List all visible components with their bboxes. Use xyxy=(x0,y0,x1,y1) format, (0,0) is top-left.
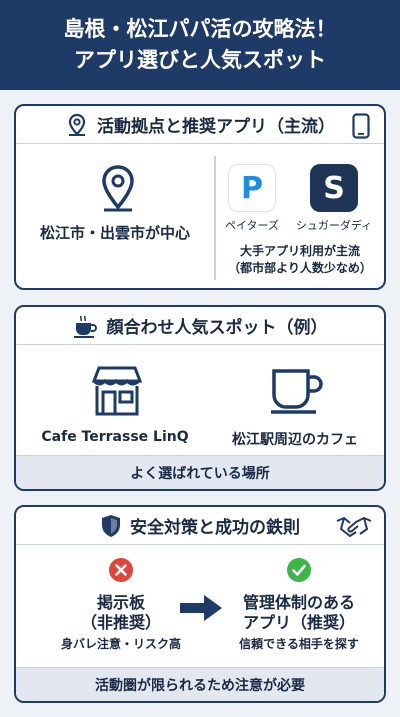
section-safety-rules: 安全対策と成功の鉄則 掲示板 （非推奨） 身バレ注意・リスク高 管理体制のある … xyxy=(14,505,386,703)
check-mark-icon xyxy=(286,557,312,587)
page-header: 島根・松江パパ活の攻略法！ アプリ選びと人気スポット xyxy=(0,0,400,90)
section-title: 安全対策と成功の鉄則 xyxy=(16,507,384,545)
coffee-mug-icon xyxy=(270,367,326,419)
section-title-text: 顔合わせ人気スポット（例） xyxy=(106,318,328,338)
coffee-cup-icon xyxy=(73,314,99,338)
section-footer: よく選ばれている場所 xyxy=(16,455,384,489)
location-text: 松江市・出雲市が中心 xyxy=(39,224,190,242)
section-footer: 活動圏が限られるため注意が必要 xyxy=(16,667,384,701)
section-title-text: 活動拠点と推奨アプリ（主流） xyxy=(97,117,335,137)
sugardaddy-app-icon: S xyxy=(310,164,358,212)
bbs-warning: 身バレ注意・リスク高 xyxy=(60,637,181,651)
paters-app-icon: P xyxy=(228,164,276,212)
spot-station-cafe: 松江駅周辺のカフェ xyxy=(232,432,358,448)
section-meeting-spots: 顔合わせ人気スポット（例） Cafe Terrasse LinQ 松江駅周辺のカ… xyxy=(14,305,386,491)
shield-icon xyxy=(100,514,122,538)
app-note-line1: 大手アプリ利用が主流 xyxy=(239,244,360,258)
section-title: 活動拠点と推奨アプリ（主流） xyxy=(16,106,384,144)
map-pin-icon xyxy=(65,113,89,137)
section-title-text: 安全対策と成功の鉄則 xyxy=(130,518,300,538)
app-name-paters: ペイターズ xyxy=(224,219,279,232)
managed-app-line2: アプリ（推奨） xyxy=(242,613,355,632)
bbs-label-line2: （非推奨） xyxy=(80,613,161,632)
header-title-line2: アプリ選びと人気スポット xyxy=(74,48,326,72)
spot-cafe-terrasse: Cafe Terrasse LinQ xyxy=(41,429,189,445)
arrow-right-icon xyxy=(178,593,224,627)
managed-app-sub: 信頼できる相手を探す xyxy=(239,637,359,651)
store-icon xyxy=(90,365,144,421)
location-pin-icon xyxy=(98,164,138,216)
handshake-icon xyxy=(336,515,372,542)
cross-mark-icon xyxy=(108,557,134,587)
header-title-line1: 島根・松江パパ活の攻略法！ xyxy=(63,17,337,41)
app-note-line2: （都市部より人数少なめ） xyxy=(228,261,372,275)
app-name-sugardaddy: シュガーダディ xyxy=(295,219,373,232)
section-base-and-apps: 活動拠点と推奨アプリ（主流） 松江市・出雲市が中心 P S ペイターズ シュガー… xyxy=(14,104,386,290)
section-title: 顔合わせ人気スポット（例） xyxy=(16,307,384,345)
smartphone-icon xyxy=(352,113,370,144)
